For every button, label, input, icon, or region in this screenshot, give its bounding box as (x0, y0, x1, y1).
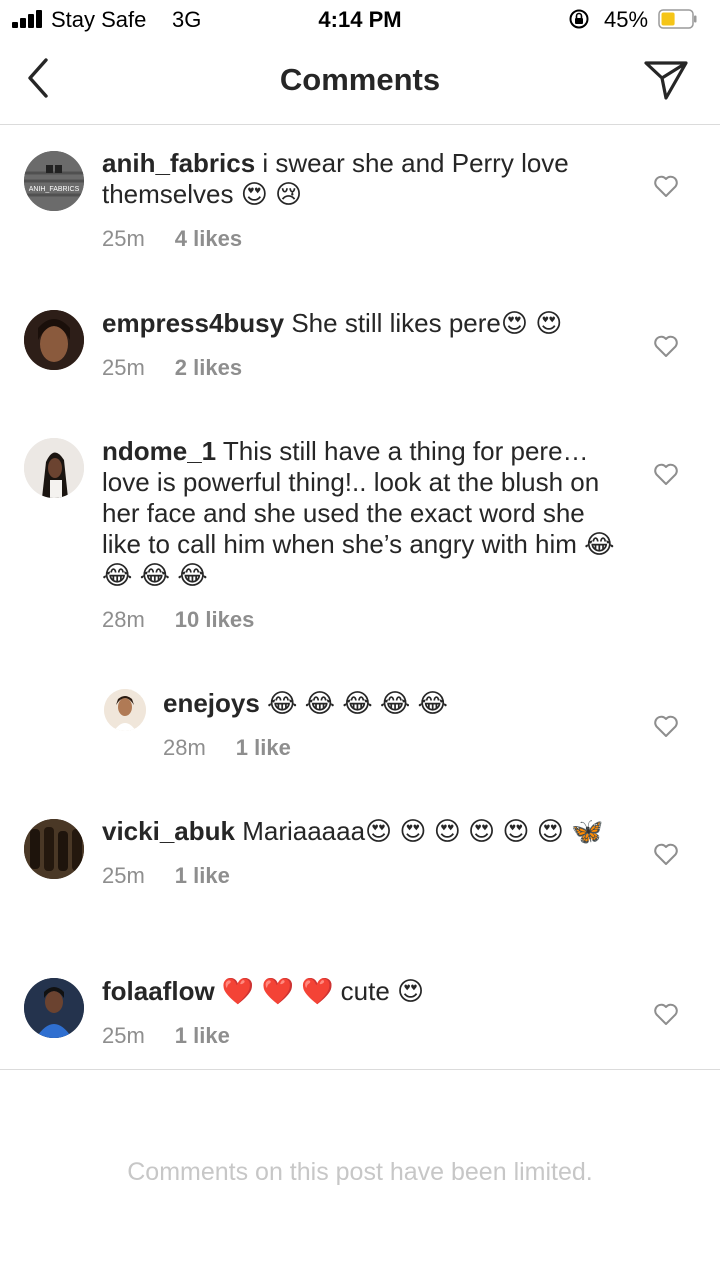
avatar[interactable] (24, 310, 84, 370)
comment-body: enejoys 😂 😂 😂 😂 😂 28m 1 like (163, 688, 623, 761)
comments-limited-notice: Comments on this post have been limited. (127, 1158, 593, 1186)
avatar[interactable] (24, 438, 84, 498)
heart-icon[interactable] (653, 174, 679, 198)
comment-time: 28m (102, 607, 145, 632)
svg-text:ANIH_FABRICS: ANIH_FABRICS (29, 186, 80, 193)
avatar[interactable] (24, 978, 84, 1038)
comment-body: anih_fabrics i swear she and Perry love … (102, 148, 622, 252)
comment-body: folaaflow ❤️ ❤️ ❤️ cute 😍 25m 1 like (102, 976, 622, 1049)
comment-text: anih_fabrics i swear she and Perry love … (102, 148, 622, 210)
comment-text: ndome_1 This still have a thing for pere… (102, 436, 622, 591)
comment-username[interactable]: enejoys (163, 688, 260, 718)
comment-meta: 25m 2 likes (102, 355, 622, 381)
comment-message: Mariaaaaa😍 😍 😍 😍 😍 😍 🦋 (234, 816, 604, 846)
comment-text: enejoys 😂 😂 😂 😂 😂 (163, 688, 623, 719)
battery-icon (658, 9, 697, 29)
comment-time: 25m (102, 355, 145, 380)
comment-text: folaaflow ❤️ ❤️ ❤️ cute 😍 (102, 976, 622, 1007)
page-title: Comments (279, 62, 441, 97)
status-bar: Stay Safe 3G 4:14 PM 45% (0, 0, 720, 40)
comment-message: She still likes pere😍 😍 (284, 308, 563, 338)
heart-icon[interactable] (653, 334, 679, 358)
comment-username[interactable]: anih_fabrics (102, 148, 255, 178)
paper-plane-icon[interactable] (642, 58, 690, 102)
comment-username[interactable]: folaaflow (102, 976, 215, 1006)
comment-meta: 25m 1 like (102, 863, 622, 889)
comment-meta: 25m 1 like (102, 1023, 622, 1049)
comment-likes[interactable]: 4 likes (175, 226, 242, 251)
comment-meta: 28m 1 like (163, 735, 623, 761)
heart-icon[interactable] (653, 842, 679, 866)
avatar[interactable]: ANIH_FABRICS (24, 151, 84, 211)
heart-icon[interactable] (653, 462, 679, 486)
comment-likes[interactable]: 1 like (175, 1023, 230, 1048)
heart-icon[interactable] (653, 714, 679, 738)
comment-time: 25m (102, 226, 145, 251)
battery-percent: 45% (604, 7, 649, 32)
comment-likes[interactable]: 2 likes (175, 355, 242, 380)
comment-text: empress4busy She still likes pere😍 😍 (102, 308, 622, 339)
comment-likes[interactable]: 10 likes (175, 607, 255, 632)
heart-icon[interactable] (653, 1002, 679, 1026)
comment-meta: 25m 4 likes (102, 226, 622, 252)
comment-likes[interactable]: 1 like (236, 735, 291, 760)
comment-username[interactable]: vicki_abuk (102, 816, 235, 846)
comment-body: vicki_abuk Mariaaaaa😍 😍 😍 😍 😍 😍 🦋 25m 1 l… (102, 816, 622, 889)
comment-username[interactable]: empress4busy (102, 308, 284, 338)
comment-body: empress4busy She still likes pere😍 😍 25m… (102, 308, 622, 381)
comment-meta: 28m 10 likes (102, 607, 622, 633)
comment-body: ndome_1 This still have a thing for pere… (102, 436, 622, 633)
comment-username[interactable]: ndome_1 (102, 436, 216, 466)
avatar[interactable] (104, 689, 146, 731)
comment-time: 28m (163, 735, 206, 760)
divider (0, 1069, 720, 1070)
comment-message: 😂 😂 😂 😂 😂 (259, 688, 448, 718)
comment-time: 25m (102, 1023, 145, 1048)
comment-message: ❤️ ❤️ ❤️ cute 😍 (214, 976, 425, 1006)
comment-text: vicki_abuk Mariaaaaa😍 😍 😍 😍 😍 😍 🦋 (102, 816, 622, 847)
comment-time: 25m (102, 863, 145, 888)
comment-likes[interactable]: 1 like (175, 863, 230, 888)
header: Comments (0, 40, 720, 125)
avatar[interactable] (24, 819, 84, 879)
orientation-lock-icon (569, 9, 589, 29)
